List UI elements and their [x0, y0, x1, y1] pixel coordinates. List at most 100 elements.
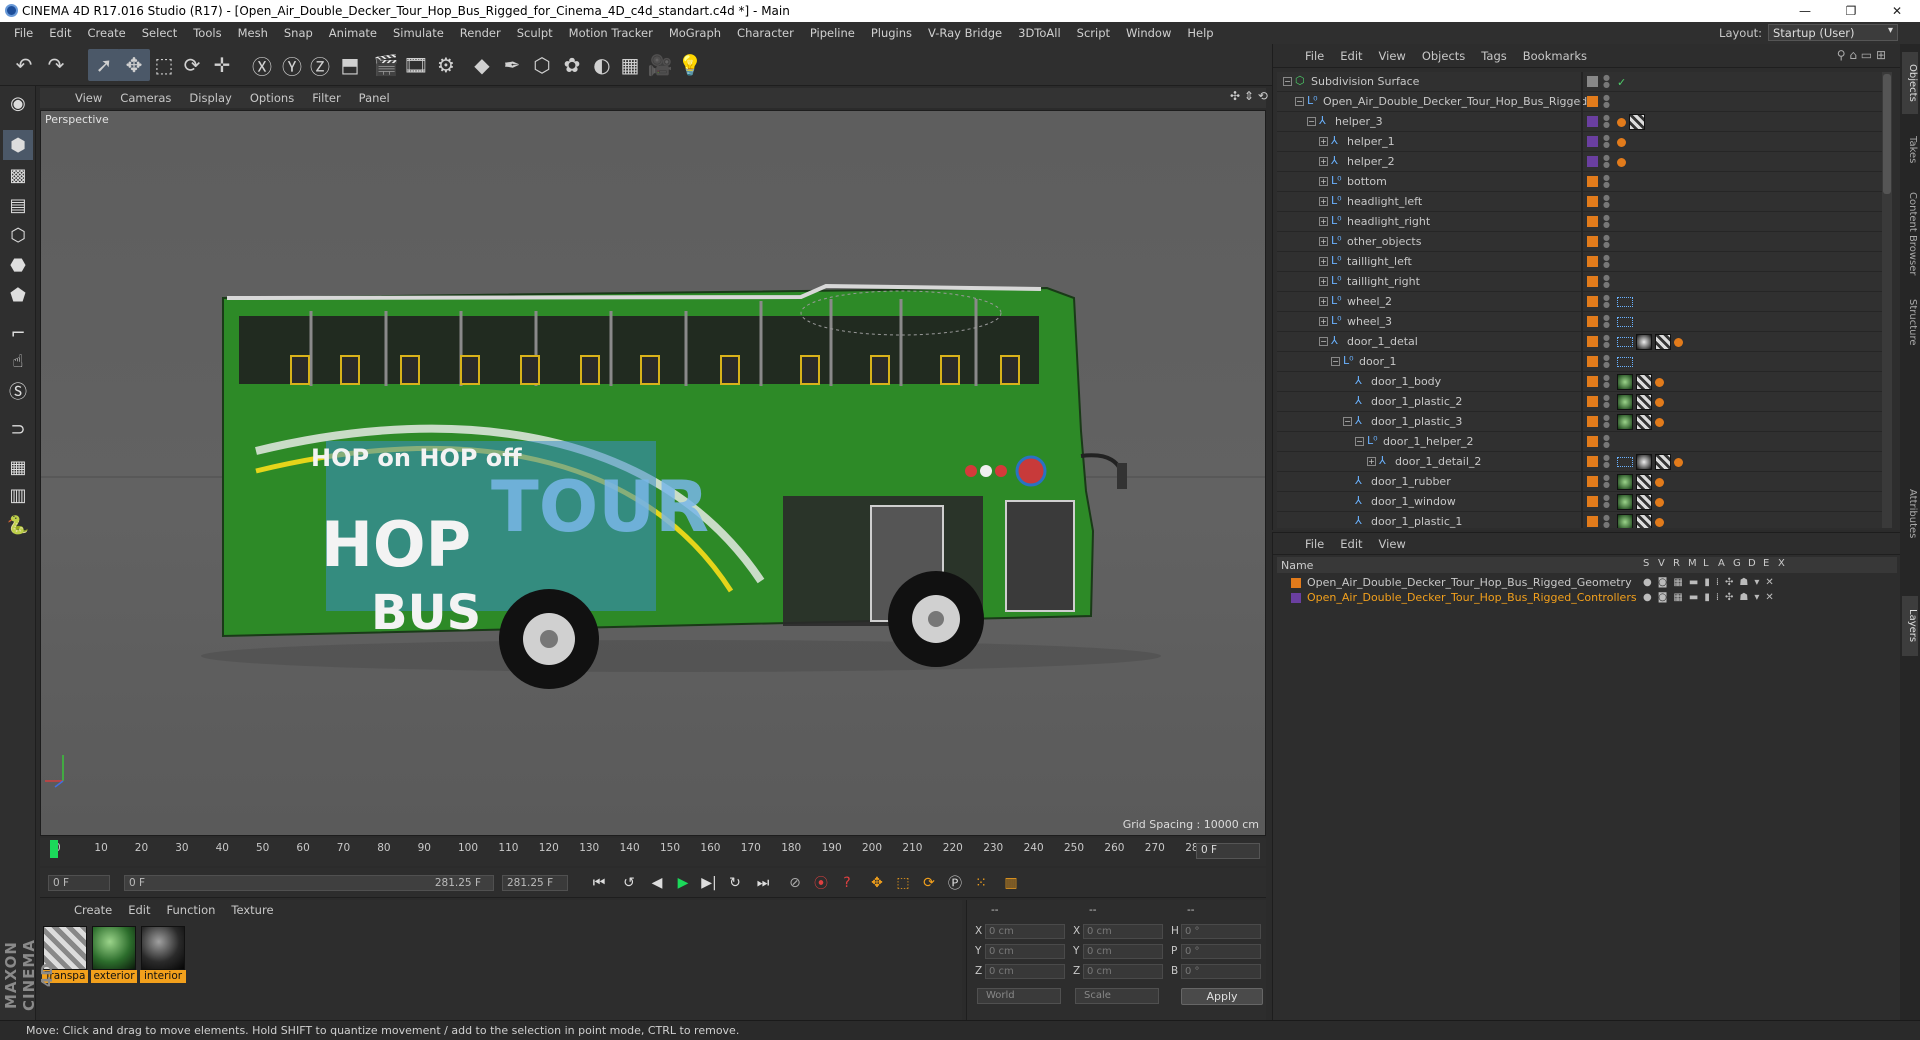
menu-render[interactable]: Render: [452, 26, 509, 40]
tree-expander-icon[interactable]: +: [1319, 137, 1328, 146]
material-tag-icon[interactable]: [1636, 454, 1652, 470]
viewport-menu-display[interactable]: Display: [180, 91, 240, 105]
layer-color-swatch[interactable]: [1587, 396, 1598, 407]
menu-select[interactable]: Select: [134, 26, 185, 40]
restore-button[interactable]: ❐: [1828, 0, 1874, 22]
selection-tag-icon[interactable]: [1617, 337, 1633, 347]
timeline-layout-icon[interactable]: ▥: [1000, 872, 1022, 894]
layer-toggle-icons[interactable]: ●◙▦▬▮⁞✣☗▾✕: [1643, 590, 1780, 605]
texture-tag-icon[interactable]: [1655, 454, 1671, 470]
menu-v-ray-bridge[interactable]: V-Ray Bridge: [920, 26, 1010, 40]
object-search-icons[interactable]: ⚲ ⌂ ▭ ⊞: [1837, 48, 1886, 62]
layer-color-swatch[interactable]: [1587, 496, 1598, 507]
coord-value-field[interactable]: 0 °: [1181, 924, 1261, 939]
texture-tag-icon[interactable]: [1655, 334, 1671, 350]
layer-color-swatch[interactable]: [1587, 456, 1598, 467]
layer-color-swatch[interactable]: [1587, 116, 1598, 127]
layer-color-swatch[interactable]: [1587, 516, 1598, 527]
object-menu-edit[interactable]: Edit: [1332, 49, 1370, 63]
visibility-dots-icon[interactable]: ● ●: [1603, 374, 1610, 389]
end-frame-field[interactable]: 281.25 F: [502, 875, 568, 891]
key-pla-icon[interactable]: ⁙: [970, 872, 992, 894]
texture-mode-icon[interactable]: ▩: [3, 160, 33, 190]
visibility-dots-icon[interactable]: ● ●: [1603, 494, 1610, 509]
visibility-dots-icon[interactable]: ● ●: [1603, 434, 1610, 449]
menu-create[interactable]: Create: [80, 26, 134, 40]
texture-tag-icon[interactable]: [1636, 414, 1652, 430]
redo-icon[interactable]: ↷: [40, 49, 72, 81]
object-tags[interactable]: [1617, 394, 1664, 410]
previous-keyframe-icon[interactable]: ↺: [618, 872, 640, 894]
ik-tag-icon[interactable]: [1674, 457, 1683, 467]
coord-value-field[interactable]: 0 cm: [1083, 924, 1163, 939]
layer-color-swatch[interactable]: [1587, 156, 1598, 167]
object-row-headlight-left[interactable]: + L⁰ headlight_left ● ●: [1277, 192, 1885, 212]
layer-color-swatch[interactable]: [1587, 216, 1598, 227]
layer-color-swatch[interactable]: [1587, 376, 1598, 387]
layer-color-swatch[interactable]: [1587, 76, 1598, 87]
visibility-dots-icon[interactable]: ● ●: [1603, 394, 1610, 409]
subdivision-icon[interactable]: ⬡: [526, 49, 558, 81]
play-icon[interactable]: ▶: [672, 872, 694, 894]
layer-color-swatch[interactable]: [1587, 256, 1598, 267]
ik-tag-icon[interactable]: [1674, 337, 1683, 347]
layer-color-swatch[interactable]: [1587, 356, 1598, 367]
check-icon[interactable]: ✓: [1617, 76, 1626, 89]
object-menu-objects[interactable]: Objects: [1414, 49, 1473, 63]
preview-range-slider[interactable]: 0 F 281.25 F: [124, 875, 494, 891]
key-scale-icon[interactable]: ⬚: [892, 872, 914, 894]
light-icon[interactable]: 💡: [674, 49, 706, 81]
ik-tag-icon[interactable]: [1655, 497, 1664, 507]
visibility-dots-icon[interactable]: ● ●: [1603, 514, 1610, 529]
layer-color-swatch[interactable]: [1587, 436, 1598, 447]
menu-animate[interactable]: Animate: [321, 26, 385, 40]
object-tags[interactable]: [1617, 314, 1633, 330]
layer-color-swatch[interactable]: [1291, 578, 1301, 588]
visibility-dots-icon[interactable]: ● ●: [1603, 294, 1610, 309]
object-row-door-1-helper-2[interactable]: − L⁰ door_1_helper_2 ● ●: [1277, 432, 1885, 452]
ik-tag-icon[interactable]: [1617, 157, 1626, 167]
material-menu-edit[interactable]: Edit: [120, 903, 158, 917]
layer-menu-file[interactable]: File: [1297, 537, 1332, 551]
object-row-door-1-plastic-2[interactable]: ⅄ door_1_plastic_2 ● ●: [1277, 392, 1885, 412]
coord-value-field[interactable]: 0 cm: [985, 964, 1065, 979]
key-parameter-icon[interactable]: Ⓟ: [944, 872, 966, 894]
selection-tag-icon[interactable]: [1617, 357, 1633, 367]
object-row-helper-1[interactable]: + ⅄ helper_1 ● ●: [1277, 132, 1885, 152]
record-icon[interactable]: ⦿: [810, 872, 832, 894]
undo-icon[interactable]: ↶: [8, 49, 40, 81]
autokey-icon[interactable]: ?: [836, 872, 858, 894]
viewport-menu-options[interactable]: Options: [241, 91, 303, 105]
material-exterior[interactable]: exterior: [91, 926, 137, 984]
layer-color-swatch[interactable]: [1587, 176, 1598, 187]
layer-color-swatch[interactable]: [1587, 276, 1598, 287]
menu-simulate[interactable]: Simulate: [385, 26, 452, 40]
object-tags[interactable]: [1617, 154, 1626, 170]
tree-expander-icon[interactable]: +: [1367, 457, 1376, 466]
layer-color-swatch[interactable]: [1587, 476, 1598, 487]
menu-file[interactable]: File: [6, 26, 41, 40]
layer-color-swatch[interactable]: [1587, 96, 1598, 107]
right-tab-content-browser[interactable]: Content Browser: [1902, 184, 1918, 284]
layer-menu-edit[interactable]: Edit: [1332, 537, 1370, 551]
viewport-menu-view[interactable]: View: [66, 91, 111, 105]
tree-expander-icon[interactable]: −: [1331, 357, 1340, 366]
coord-value-field[interactable]: 0 cm: [985, 944, 1065, 959]
texture-tag-icon[interactable]: [1636, 474, 1652, 490]
object-tags[interactable]: [1617, 334, 1683, 350]
menu-script[interactable]: Script: [1069, 26, 1118, 40]
viewport-menu-cameras[interactable]: Cameras: [111, 91, 180, 105]
camera-icon[interactable]: 🎥: [644, 49, 676, 81]
texture-tag-icon[interactable]: [1636, 514, 1652, 528]
floor-icon[interactable]: ▦: [614, 49, 646, 81]
menu-mesh[interactable]: Mesh: [230, 26, 276, 40]
axis-move-icon[interactable]: ✛: [206, 49, 238, 81]
workplane-icon[interactable]: ▤: [3, 190, 33, 220]
visibility-dots-icon[interactable]: ● ●: [1603, 134, 1610, 149]
lock-workplane-icon[interactable]: ▥: [3, 480, 33, 510]
visibility-dots-icon[interactable]: ● ●: [1603, 314, 1610, 329]
object-row-open-air-double-decker-tour-hop-bus-rigged[interactable]: − L⁰ Open_Air_Double_Decker_Tour_Hop_Bus_R…: [1277, 92, 1885, 112]
coord-value-field[interactable]: 0 °: [1181, 964, 1261, 979]
object-row-door-1[interactable]: − L⁰ door_1 ● ●: [1277, 352, 1885, 372]
z-axis-icon[interactable]: Ⓩ: [304, 49, 336, 81]
